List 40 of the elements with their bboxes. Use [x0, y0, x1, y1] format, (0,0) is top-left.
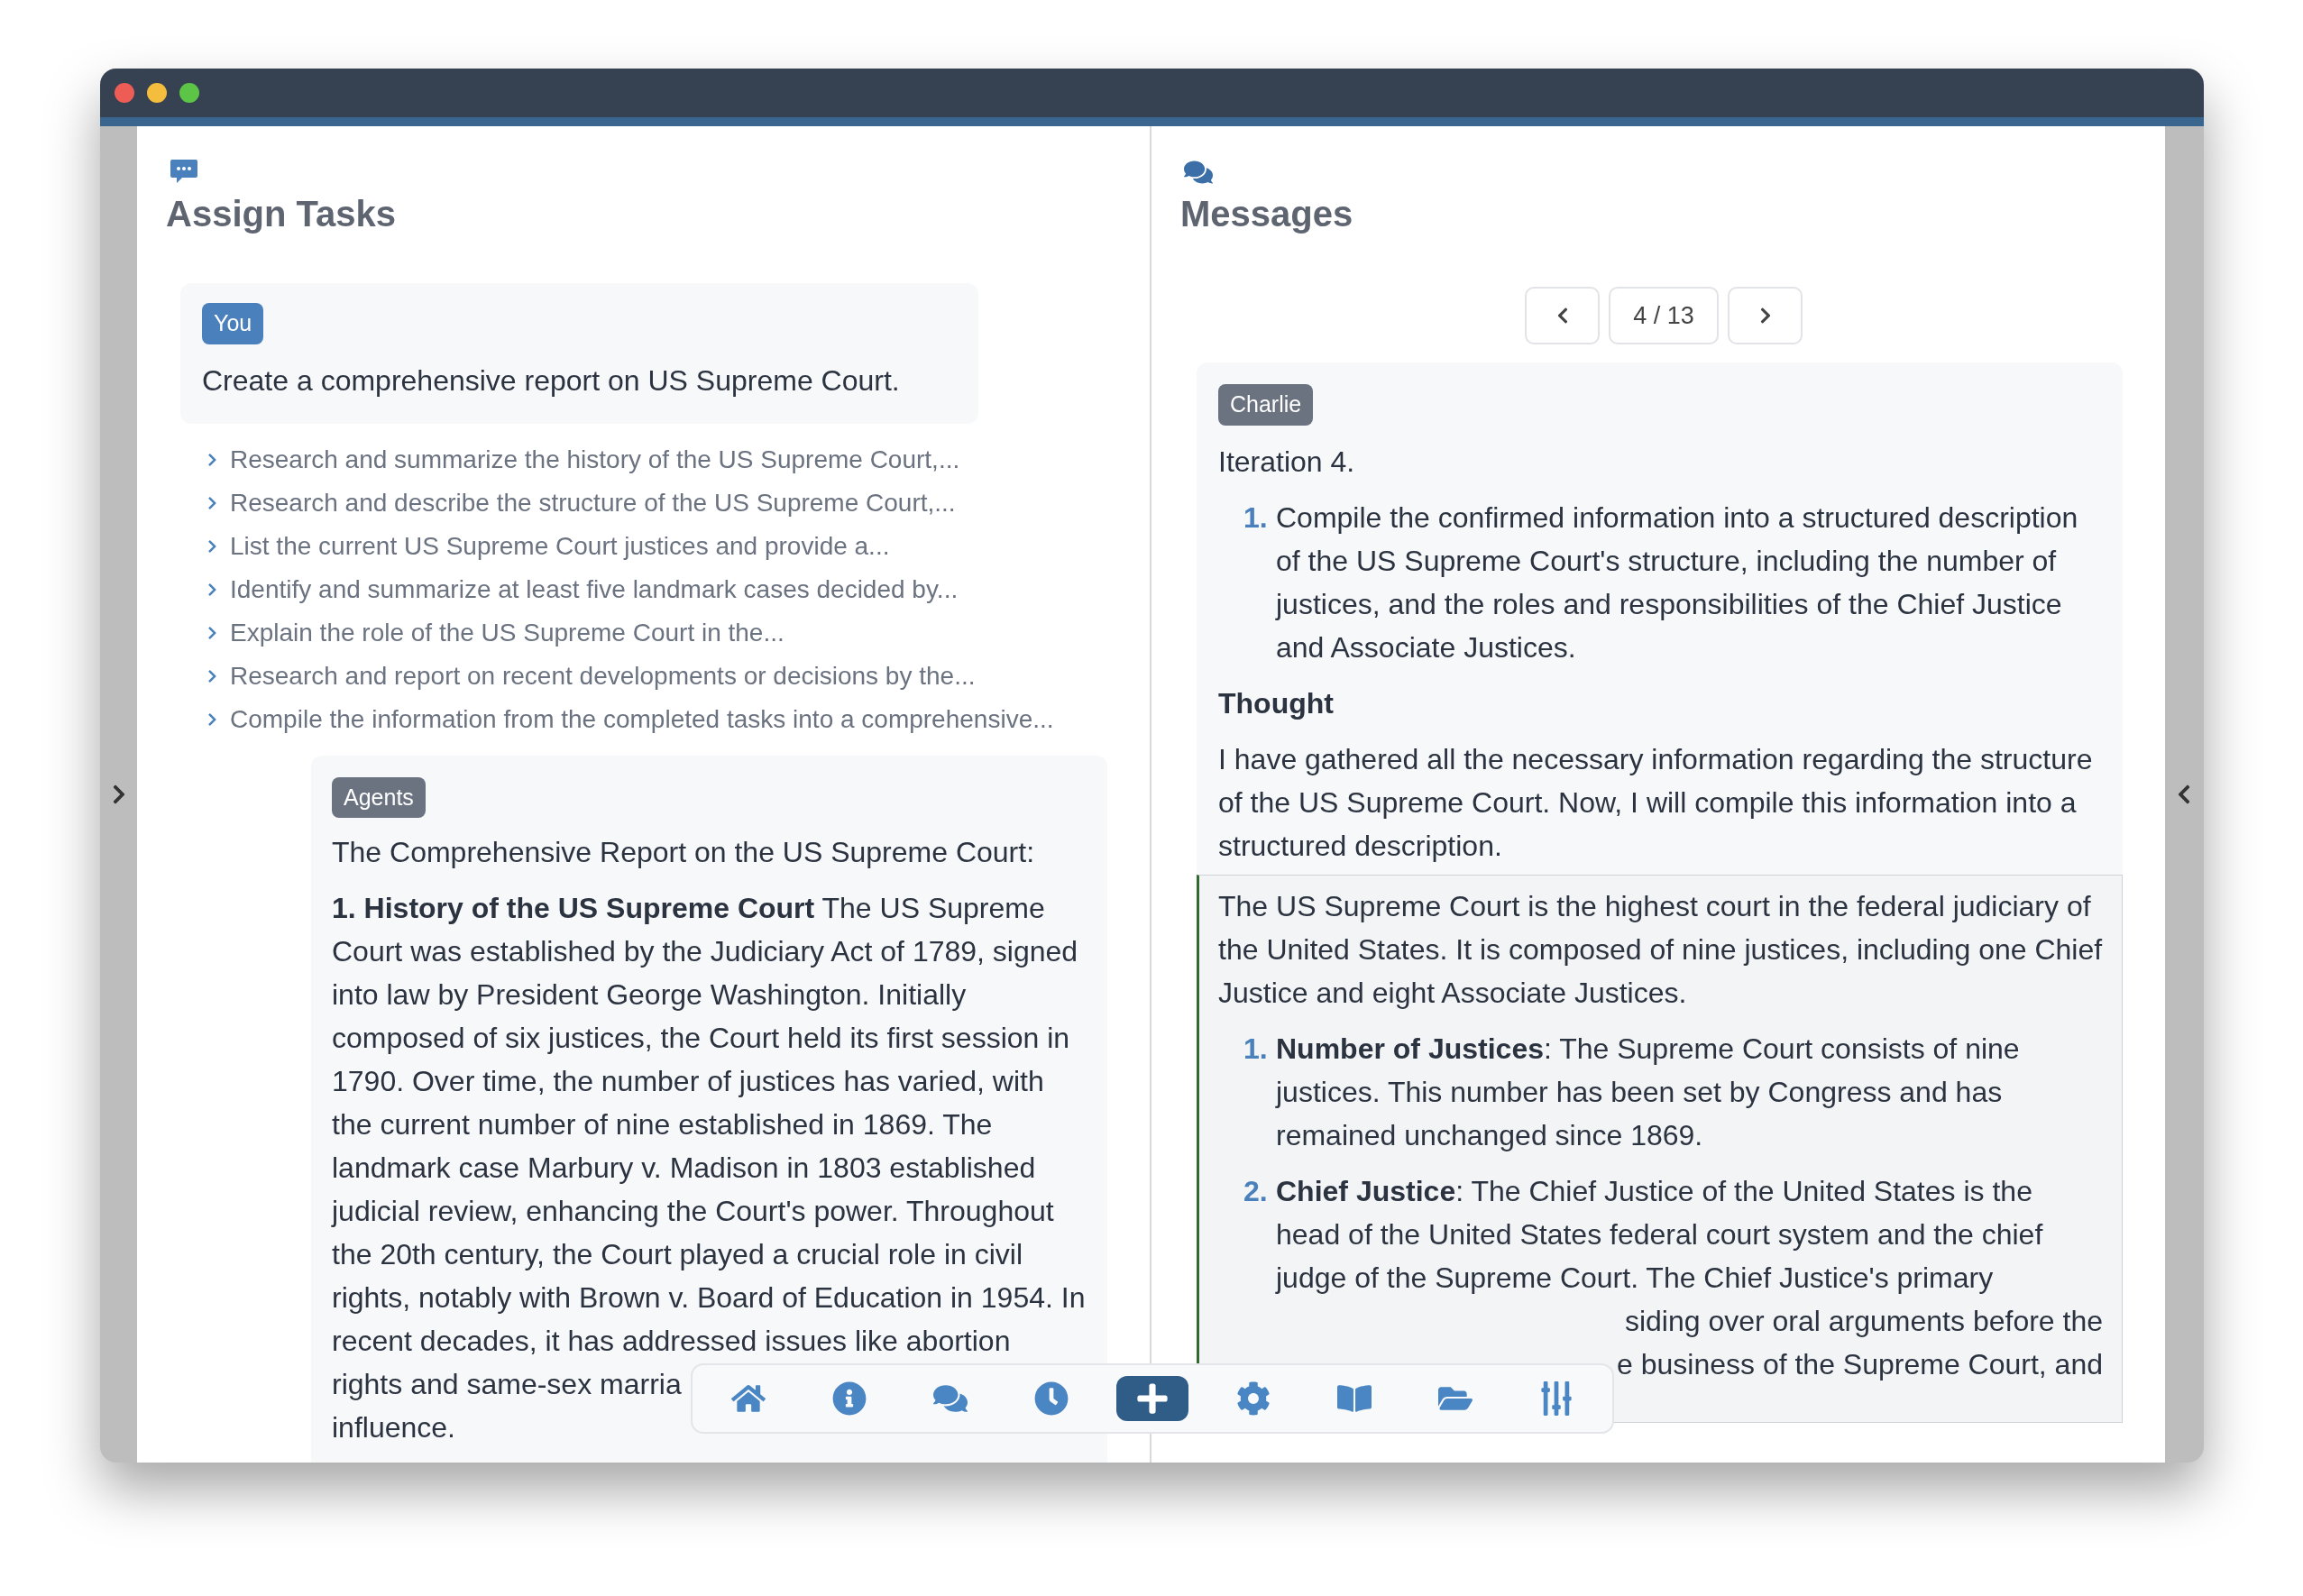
- chevron-right-icon: [1758, 307, 1772, 325]
- panel-title: Messages: [1180, 193, 1354, 235]
- expand-sidebar-icon[interactable]: [111, 784, 126, 805]
- settings-icon: [1236, 1381, 1271, 1416]
- item-text: Number of Justices: The Supreme Court consists of nine justices. This number has been set by Congress and has remained unchanged since 1869.: [1276, 1031, 2021, 1153]
- step-number: 1.: [1243, 500, 1269, 536]
- task-item[interactable]: Research and report on recent developments or decisions by the...: [207, 654, 1150, 698]
- plus-icon: [1135, 1381, 1170, 1416]
- chat-bubbles-icon: [1184, 159, 1213, 186]
- panel-title: Assign Tasks: [166, 193, 397, 235]
- task-item[interactable]: List the current US Supreme Court justices and provide a...: [207, 524, 1150, 568]
- task-item[interactable]: Explain the role of the US Supreme Court in the...: [207, 610, 1150, 655]
- item-number: 2.: [1243, 1173, 1269, 1209]
- thought-text: I have gathered all the necessary information regarding the structure of the US Supreme Court. Now, I will compile this information into a structured description.: [1218, 741, 2094, 864]
- sender-badge: Charlie: [1218, 384, 1314, 426]
- sender-badge: Agents: [332, 776, 426, 818]
- report-heading: The Comprehensive Report on the US Supreme Court:: [332, 835, 1036, 870]
- item-number: 1.: [1243, 1031, 1269, 1067]
- quote-text: The US Supreme Court is the highest court in the federal judiciary of the United States. It is composed of nine justices, including one Chief Justice and eight Associate Justices.: [1218, 888, 2103, 1011]
- report-line: rights and same-sex marria: [332, 1367, 682, 1402]
- page-counter: 4 / 13: [1609, 287, 1719, 344]
- info-icon: [832, 1381, 867, 1416]
- task-item[interactable]: Compile the information from the completed tasks into a comprehensive...: [207, 697, 1150, 741]
- thought-heading: Thought: [1218, 685, 1335, 721]
- task-item[interactable]: Identify and summarize at least five landmark cases decided by...: [207, 567, 1150, 611]
- step-text: Compile the confirmed information into a structured description of the US Supreme Court's structure, including the number of justices, and the roles and responsibilities of the Chief Justice and Associate Justices.: [1276, 500, 2079, 665]
- sender-badge: You: [202, 303, 264, 344]
- item-line: siding over oral arguments before the: [1624, 1303, 2103, 1339]
- message-dots-icon: [170, 159, 198, 186]
- collapse-sidebar-icon[interactable]: [2177, 784, 2191, 805]
- item-line: e business of the Supreme Court, and: [1617, 1346, 2103, 1382]
- sliders-icon: [1539, 1381, 1574, 1416]
- chevron-left-icon: [1555, 307, 1569, 325]
- clock-icon: [1034, 1381, 1069, 1416]
- report-line: influence.: [332, 1410, 455, 1445]
- iteration-text: Iteration 4.: [1218, 444, 1356, 480]
- user-message-text: Create a comprehensive report on US Supreme Court.: [202, 362, 901, 399]
- toolbar-button[interactable]: [1116, 1376, 1188, 1421]
- task-item[interactable]: Research and describe the structure of the US Supreme Court,...: [207, 481, 1150, 525]
- task-item[interactable]: Research and summarize the history of the US Supreme Court,...: [207, 437, 1150, 482]
